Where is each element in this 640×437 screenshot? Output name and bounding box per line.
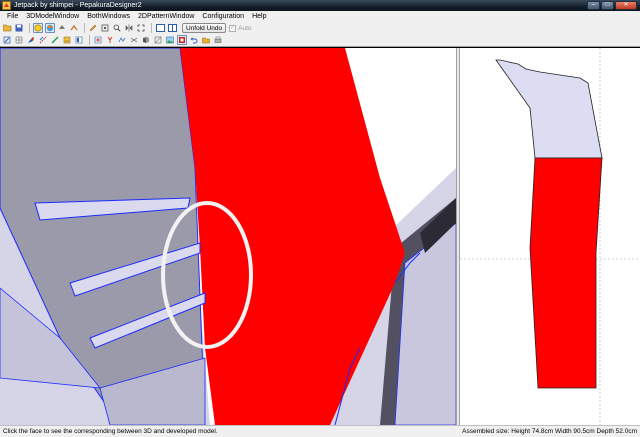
fit-icon[interactable] — [136, 23, 146, 33]
open-icon[interactable] — [201, 35, 211, 45]
auto-checkbox[interactable]: ✓ Auto — [229, 24, 252, 32]
fold-line-icon[interactable] — [38, 35, 48, 45]
open-folder-icon[interactable] — [2, 23, 12, 33]
rotate-icon[interactable] — [69, 23, 79, 33]
toolbar-main: Unfold Undo ✓ Auto — [0, 22, 640, 34]
assembled-size: Assembled size: Height 74.8cm Width 90.5… — [462, 428, 637, 435]
glue-flap-icon[interactable] — [50, 35, 60, 45]
menu-help[interactable]: Help — [248, 11, 270, 22]
print-icon[interactable] — [141, 35, 151, 45]
window-controls: – □ ✕ — [587, 1, 637, 10]
texture-mode-icon[interactable] — [45, 23, 55, 33]
valley-fold-icon[interactable] — [129, 35, 139, 45]
toolbar-separator — [89, 35, 90, 45]
3d-model-view[interactable] — [0, 48, 456, 425]
mountain-fold-icon[interactable] — [117, 35, 127, 45]
undo-icon[interactable] — [189, 35, 199, 45]
paint-icon[interactable] — [26, 35, 36, 45]
flip-icon[interactable] — [124, 23, 134, 33]
pattern-part-light[interactable] — [495, 59, 603, 159]
title-bar: Jetpack by shimpei - PepakuraDesigner2 –… — [0, 0, 640, 11]
edit-mode-icon[interactable] — [177, 35, 187, 45]
pencil-icon[interactable] — [88, 23, 98, 33]
texture-icon[interactable] — [153, 35, 163, 45]
menu-2d-pattern-window[interactable]: 2DPatternWindow — [134, 11, 198, 22]
image-icon[interactable] — [165, 35, 175, 45]
grid-icon[interactable] — [14, 35, 24, 45]
split-icon[interactable] — [105, 35, 115, 45]
menu-bar: File 3DModelWindow BothWindows 2DPattern… — [0, 11, 640, 22]
2d-pattern-view[interactable] — [460, 48, 640, 425]
status-bar: Click the face to see the corresponding … — [0, 425, 640, 437]
split-view-icon[interactable] — [167, 23, 177, 33]
single-view-icon[interactable] — [155, 23, 165, 33]
save-icon[interactable] — [14, 23, 24, 33]
minimize-button[interactable]: – — [587, 1, 600, 10]
unfold-undo-button[interactable]: Unfold Undo — [182, 23, 227, 33]
toolbar-edit — [0, 34, 640, 47]
print-preview-icon[interactable] — [213, 35, 223, 45]
arrange-icon[interactable] — [2, 35, 12, 45]
menu-file[interactable]: File — [3, 11, 22, 22]
toolbar-separator — [151, 23, 152, 33]
auto-label: Auto — [238, 24, 252, 32]
app-icon — [2, 1, 11, 10]
select-face-icon[interactable] — [74, 35, 84, 45]
select-mode-icon[interactable] — [33, 23, 43, 33]
pattern-part-selected[interactable] — [529, 157, 603, 389]
close-button[interactable]: ✕ — [615, 1, 637, 10]
menu-both-windows[interactable]: BothWindows — [83, 11, 134, 22]
menu-3d-model-window[interactable]: 3DModelWindow — [22, 11, 83, 22]
toolbar-separator — [29, 23, 30, 33]
checkbox-icon: ✓ — [229, 24, 237, 32]
status-hint: Click the face to see the corresponding … — [3, 428, 218, 435]
cut-icon[interactable] — [62, 35, 72, 45]
scale-icon[interactable] — [100, 23, 110, 33]
join-icon[interactable] — [93, 35, 103, 45]
maximize-button[interactable]: □ — [601, 1, 614, 10]
move-icon[interactable] — [57, 23, 67, 33]
toolbar-separator — [84, 23, 85, 33]
window-title: Jetpack by shimpei - PepakuraDesigner2 — [14, 2, 142, 9]
zoom-icon[interactable] — [112, 23, 122, 33]
menu-configuration[interactable]: Configuration — [198, 11, 248, 22]
